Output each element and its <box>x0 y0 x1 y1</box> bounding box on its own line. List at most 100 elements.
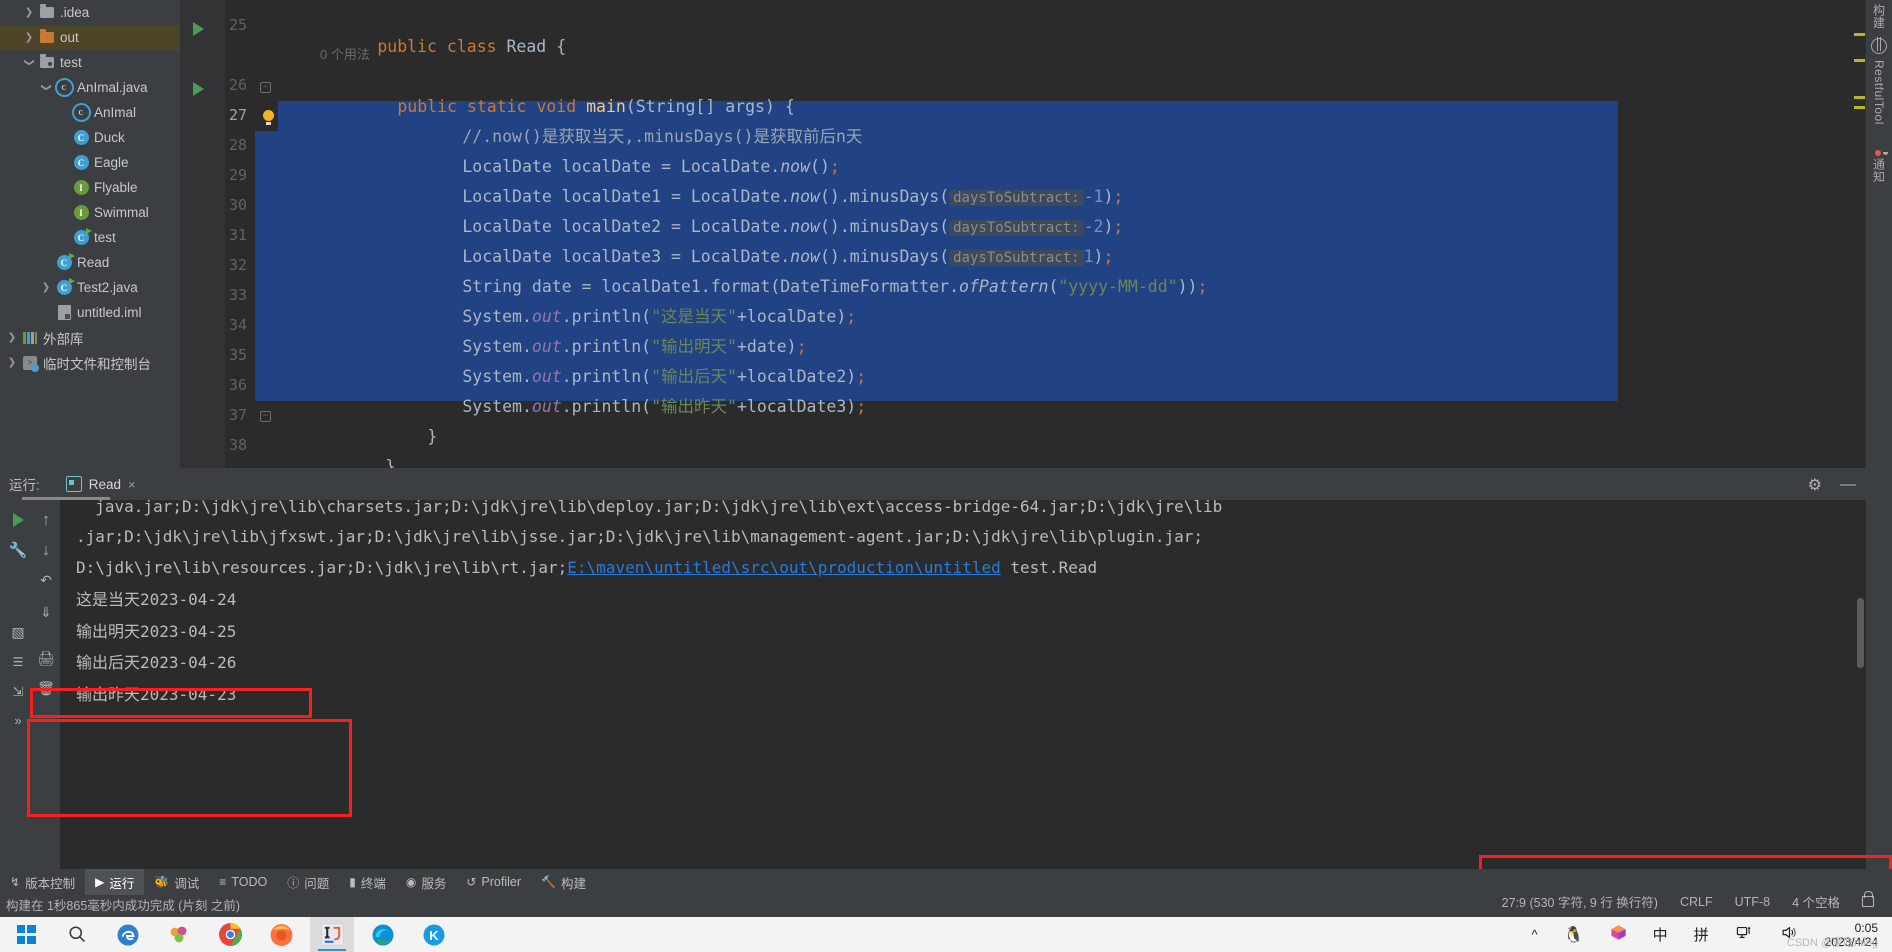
list-icon: ≡ <box>219 875 227 889</box>
console-link[interactable]: E:\maven\untitled\src\out\production\unt… <box>567 558 1000 577</box>
stripe-item-1[interactable]: ▶ 运行 <box>85 869 145 895</box>
search-button[interactable] <box>55 917 99 952</box>
tree-item-4[interactable]: ❯CAnImal <box>0 100 180 125</box>
thread-icon[interactable]: ☰ <box>6 650 30 674</box>
trash-icon[interactable]: 🗑 <box>34 676 58 700</box>
tree-item-7[interactable]: ❯IFlyable <box>0 175 180 200</box>
folder-source-icon <box>40 54 54 68</box>
line-separator[interactable]: CRLF <box>1680 895 1713 909</box>
tree-item-14[interactable]: ❯ > 临时文件和控制台 <box>0 350 180 375</box>
stripe-item-8[interactable]: 🔨 构建 <box>531 869 596 895</box>
network-icon[interactable] <box>1735 924 1754 945</box>
tree-item-3[interactable]: ❯ C AnImal.java <box>0 75 180 100</box>
console-text: test.Read <box>1000 558 1098 577</box>
more-icon[interactable]: » <box>6 708 30 732</box>
penguin-icon[interactable]: 🐧 <box>1564 925 1584 945</box>
code-line-30: LocalDate localDate2 = LocalDate.now().m… <box>462 217 1124 236</box>
iml-file-icon <box>57 305 71 320</box>
tree-item-1[interactable]: ❯ out <box>0 25 180 50</box>
console-line-4: 输出明天2023-04-25 <box>76 617 236 647</box>
chevron-up-icon[interactable]: ^ <box>1532 927 1538 942</box>
tree-item-11[interactable]: ❯ C Test2.java <box>0 275 180 300</box>
console-line-3: 这是当天2023-04-24 <box>76 585 236 615</box>
tree-item-0[interactable]: ❯ .idea <box>0 0 180 25</box>
run-window-title: 运行: <box>9 478 40 493</box>
line-number: 35 <box>228 346 247 364</box>
firefox-button[interactable] <box>259 917 303 952</box>
export-icon[interactable]: ⇲ <box>6 680 30 704</box>
tree-item-10[interactable]: ❯CRead <box>0 250 180 275</box>
stripe-item-4[interactable]: ⓘ 问题 <box>277 869 339 895</box>
line-number: 32 <box>228 256 247 274</box>
fold-marker-icon[interactable]: − <box>260 82 271 93</box>
collapse-arrow-icon[interactable]: ❯ <box>21 57 37 68</box>
expand-arrow-icon[interactable]: ❯ <box>4 357 20 368</box>
close-icon[interactable]: × <box>128 477 136 492</box>
stripe-item-0[interactable]: ↯ 版本控制 <box>0 869 85 895</box>
expand-arrow-icon[interactable]: ❯ <box>21 7 37 18</box>
down-arrow-icon[interactable]: ↓ <box>34 538 58 562</box>
kugou-button[interactable]: K <box>412 917 456 952</box>
tree-item-12[interactable]: ❯untitled.iml <box>0 300 180 325</box>
play-icon: ▶ <box>95 875 105 889</box>
cube-icon[interactable] <box>1610 924 1627 945</box>
scroll-to-end-icon[interactable]: ⇓ <box>34 600 58 624</box>
console-output[interactable]: java.jar;D:\jdk\jre\lib\charsets.jar;D:\… <box>60 500 1866 869</box>
run-tab-read[interactable]: Read × <box>58 468 144 500</box>
run-gutter-icon[interactable] <box>193 22 204 36</box>
ime-pinyin-button[interactable]: 拼 <box>1694 924 1709 945</box>
idea-button[interactable] <box>310 917 354 952</box>
tree-item-8[interactable]: ❯ISwimmal <box>0 200 180 225</box>
expand-arrow-icon[interactable]: ❯ <box>4 332 20 343</box>
lock-open-icon[interactable] <box>1862 891 1874 907</box>
tree-item-icon: C <box>71 228 92 245</box>
tool-button[interactable] <box>157 917 201 952</box>
edge-legacy-button[interactable] <box>106 917 150 952</box>
tree-item-label: Eagle <box>94 155 129 170</box>
right-tab-build[interactable]: 构建 <box>1866 4 1892 29</box>
code-line-32: String date = localDate1.format(DateTime… <box>462 277 1208 296</box>
expand-arrow-icon[interactable]: ❯ <box>21 32 37 43</box>
tree-item-label: .idea <box>60 5 90 20</box>
class-abstract-icon: C <box>54 78 74 97</box>
console-text: java.jar;D:\jdk\jre\lib\charsets.jar;D:\… <box>76 500 1223 516</box>
chrome-button[interactable] <box>208 917 252 952</box>
run-icon[interactable] <box>6 508 30 532</box>
intention-bulb-icon[interactable] <box>263 110 274 125</box>
tree-item-icon <box>37 29 57 43</box>
line-number: 28 <box>228 136 247 154</box>
camera-icon[interactable]: ▧ <box>6 620 30 644</box>
indent-setting[interactable]: 4 个空格 <box>1792 892 1840 911</box>
run-side-toolbar[interactable]: ↑ 🔧 ↓ ↶ ⇓ ▧ 🖨 ☰ 🗑 ⇲ » <box>0 500 60 869</box>
stripe-item-5[interactable]: ▮ 终端 <box>339 869 396 895</box>
stripe-item-7[interactable]: ↺ Profiler <box>456 869 531 895</box>
edge-button[interactable] <box>361 917 405 952</box>
right-tab-notifications[interactable]: 通知 <box>1866 150 1892 183</box>
print-icon[interactable]: 🖨 <box>34 646 58 670</box>
wrench-icon[interactable]: 🔧 <box>6 538 30 562</box>
rerun-up-icon[interactable]: ↑ <box>34 508 58 532</box>
stripe-item-6[interactable]: ◉ 服务 <box>396 869 457 895</box>
expand-arrow-icon[interactable]: ❯ <box>38 282 54 293</box>
console-vscrollbar[interactable] <box>1857 598 1864 668</box>
stripe-item-3[interactable]: ≡ TODO <box>209 869 277 895</box>
right-tab-restfultool[interactable]: RestfulTool <box>1866 37 1892 125</box>
tree-item-13[interactable]: ❯ 外部库 <box>0 325 180 350</box>
file-encoding[interactable]: UTF-8 <box>1735 895 1770 909</box>
tree-item-2[interactable]: ❯ test <box>0 50 180 75</box>
start-button[interactable] <box>4 917 48 952</box>
right-tool-strip[interactable]: 构建 RestfulTool 通知 <box>1865 0 1892 869</box>
soft-wrap-icon[interactable]: ↶ <box>34 568 58 592</box>
tree-item-6[interactable]: ❯CEagle <box>0 150 180 175</box>
tree-item-9[interactable]: ❯Ctest <box>0 225 180 250</box>
ime-mode-button[interactable]: 中 <box>1653 924 1668 945</box>
minimize-icon[interactable]: — <box>1840 476 1856 494</box>
run-gutter-icon[interactable] <box>193 82 204 96</box>
caret-position[interactable]: 27:9 (530 字符, 9 行 换行符) <box>1502 892 1658 911</box>
firefox-icon <box>270 924 292 946</box>
collapse-arrow-icon[interactable]: ❯ <box>38 82 54 93</box>
fold-marker-icon[interactable]: − <box>260 411 271 422</box>
gear-icon[interactable]: ⚙ <box>1808 475 1822 495</box>
stripe-item-2[interactable]: 🐝 调试 <box>144 869 209 895</box>
tree-item-5[interactable]: ❯CDuck <box>0 125 180 150</box>
